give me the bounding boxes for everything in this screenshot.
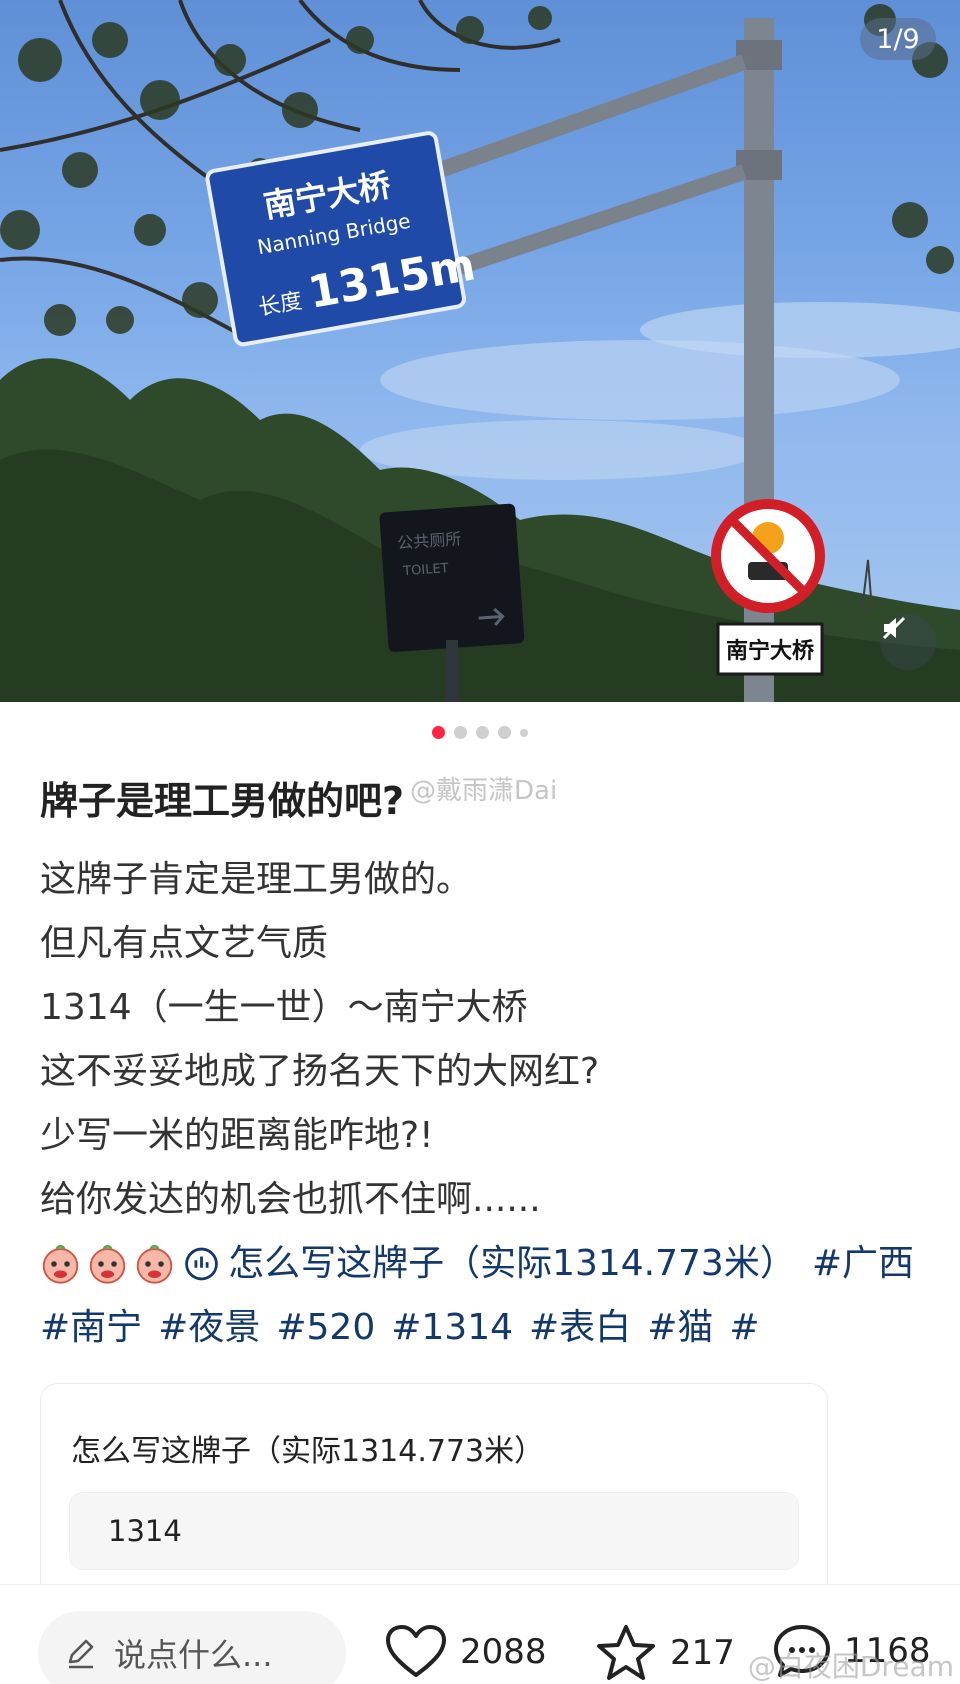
vote-link[interactable]: 怎么写这牌子（实际1314.773米） xyxy=(228,1232,796,1296)
star-icon xyxy=(597,1625,655,1680)
crying-peach-emoji-icon xyxy=(136,1244,173,1284)
post-body: 这牌子肯定是理工男做的。 但凡有点文艺气质 1314（一生一世）～南宁大桥 这不… xyxy=(40,848,930,1360)
carousel-dot[interactable] xyxy=(454,726,467,739)
post-line: 少写一米的距离能咋地?! xyxy=(40,1115,434,1156)
poll-option[interactable]: 1314 xyxy=(69,1492,799,1570)
poll-question: 怎么写这牌子（实际1314.773米） xyxy=(71,1434,545,1469)
hashtag[interactable]: #1314 xyxy=(391,1296,513,1360)
bottom-action-bar: 说点什么... 2088 217 1168 @白夜困Dream xyxy=(0,1584,960,1684)
post-tags-line-2: #南宁 #夜景 #520 #1314 #表白 #猫 # xyxy=(40,1296,930,1360)
crying-peach-emoji-icon xyxy=(42,1244,79,1284)
carousel-indicator xyxy=(0,726,960,739)
poll-card: 怎么写这牌子（实际1314.773米） 1314 xyxy=(40,1383,828,1613)
carousel-dot[interactable] xyxy=(520,728,528,737)
heart-icon xyxy=(386,1625,446,1677)
pencil-icon xyxy=(68,1639,94,1669)
hashtag[interactable]: # xyxy=(729,1296,759,1360)
image-counter: 1/9 xyxy=(860,18,936,60)
post-line: 但凡有点文艺气质 xyxy=(40,923,329,964)
carousel-dot[interactable] xyxy=(476,726,489,739)
hashtag[interactable]: #猫 xyxy=(647,1296,713,1360)
small-sign-text: 南宁大桥 xyxy=(726,638,814,664)
hashtag[interactable]: #520 xyxy=(276,1296,375,1360)
hashtag[interactable]: #南宁 xyxy=(40,1296,142,1360)
post-line: 这不妥妥地成了扬名天下的大网红? xyxy=(40,1051,600,1092)
hashtag[interactable]: #广西 xyxy=(812,1232,914,1296)
comment-input[interactable]: 说点什么... xyxy=(38,1611,346,1684)
crying-peach-emoji-icon xyxy=(89,1244,126,1284)
post-line: 这牌子肯定是理工男做的。 xyxy=(40,859,473,900)
footer-watermark: @白夜困Dream xyxy=(747,1650,954,1683)
carousel-dot-active[interactable] xyxy=(432,726,445,739)
post-line: 给你发达的机会也抓不住啊...... xyxy=(40,1179,541,1220)
speaker-muted-icon xyxy=(882,616,906,640)
image-watermark: @戴雨潇Dai xyxy=(410,776,558,806)
favorite-button[interactable]: 217 xyxy=(594,1623,735,1683)
post-line: 1314（一生一世）～南宁大桥 xyxy=(40,987,528,1028)
carousel-dot[interactable] xyxy=(498,726,511,739)
favorite-count: 217 xyxy=(670,1633,735,1673)
hashtag[interactable]: #表白 xyxy=(529,1296,631,1360)
post-image[interactable]: 南宁大桥 Nanning Bridge 长度 1315m 公共厕所 TOILET… xyxy=(0,0,960,702)
vote-link-icon xyxy=(185,1247,218,1281)
post-title: 牌子是理工男做的吧? xyxy=(40,779,405,823)
post-tags-line-1: 怎么写这牌子（实际1314.773米） #广西 xyxy=(40,1232,930,1296)
comment-placeholder: 说点什么... xyxy=(114,1636,273,1674)
photo-nanning-bridge-sign: 南宁大桥 Nanning Bridge 长度 1315m 公共厕所 TOILET… xyxy=(0,0,960,702)
mute-button[interactable] xyxy=(880,614,936,670)
like-button[interactable]: 2088 xyxy=(384,1623,547,1681)
like-count: 2088 xyxy=(460,1632,547,1672)
hashtag[interactable]: #夜景 xyxy=(158,1296,260,1360)
